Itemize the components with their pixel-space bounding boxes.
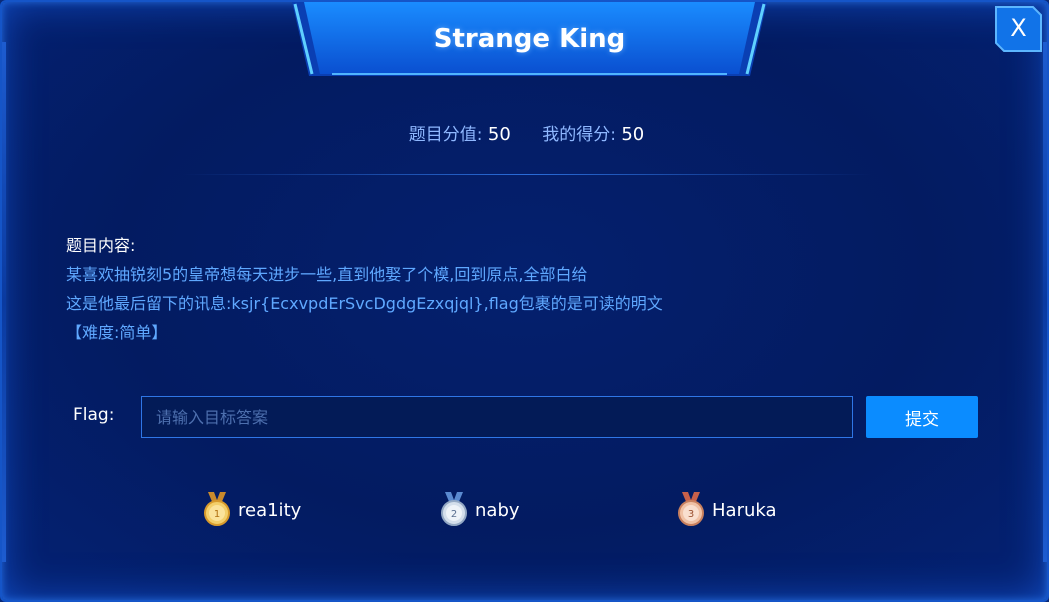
rank-name: naby: [475, 499, 520, 521]
score-value: 50: [487, 124, 511, 145]
content-line: 这是他最后留下的讯息:ksjr{EcxvpdErSvcDgdgEzxqjql},…: [66, 294, 663, 313]
difficulty-line: 【难度:简单】: [66, 323, 168, 342]
svg-text:3: 3: [688, 509, 694, 520]
divider: [182, 174, 872, 175]
rank-name: Haruka: [712, 499, 777, 521]
svg-text:2: 2: [451, 509, 457, 520]
submit-button[interactable]: 提交: [866, 396, 978, 438]
content-line: 某喜欢抽锐刻5的皇帝想每天进步一些,直到他娶了个模,回到原点,全部白给: [66, 265, 588, 284]
content-heading: 题目内容:: [66, 236, 136, 255]
gold-medal-icon: 1: [204, 492, 230, 526]
modal-title: Strange King: [433, 24, 626, 54]
rank-item-1: 1 rea1ity: [202, 492, 301, 528]
flag-input[interactable]: [141, 396, 853, 438]
rank-item-2: 2 naby: [439, 492, 520, 528]
challenge-content: 题目内容: 某喜欢抽锐刻5的皇帝想每天进步一些,直到他娶了个模,回到原点,全部白…: [66, 231, 966, 347]
challenge-modal: Strange King X 题目分值: 50 我的得分: 50 题目内容: 某…: [0, 0, 1049, 602]
score-summary: 题目分值: 50 我的得分: 50: [2, 120, 1049, 145]
title-tab: Strange King: [292, 2, 767, 76]
flag-label: Flag:: [73, 405, 115, 425]
bronze-medal-icon: 3: [678, 492, 704, 526]
rank-name: rea1ity: [238, 499, 302, 521]
silver-medal-icon: 2: [441, 492, 467, 526]
close-icon: X: [1010, 14, 1027, 42]
my-score-label: 我的得分:: [542, 125, 616, 145]
score-value-label: 题目分值:: [408, 125, 483, 145]
my-score-value: 50: [621, 124, 645, 145]
svg-text:1: 1: [214, 509, 220, 520]
close-button[interactable]: X: [995, 6, 1042, 52]
rank-item-3: 3 Haruka: [676, 492, 777, 528]
